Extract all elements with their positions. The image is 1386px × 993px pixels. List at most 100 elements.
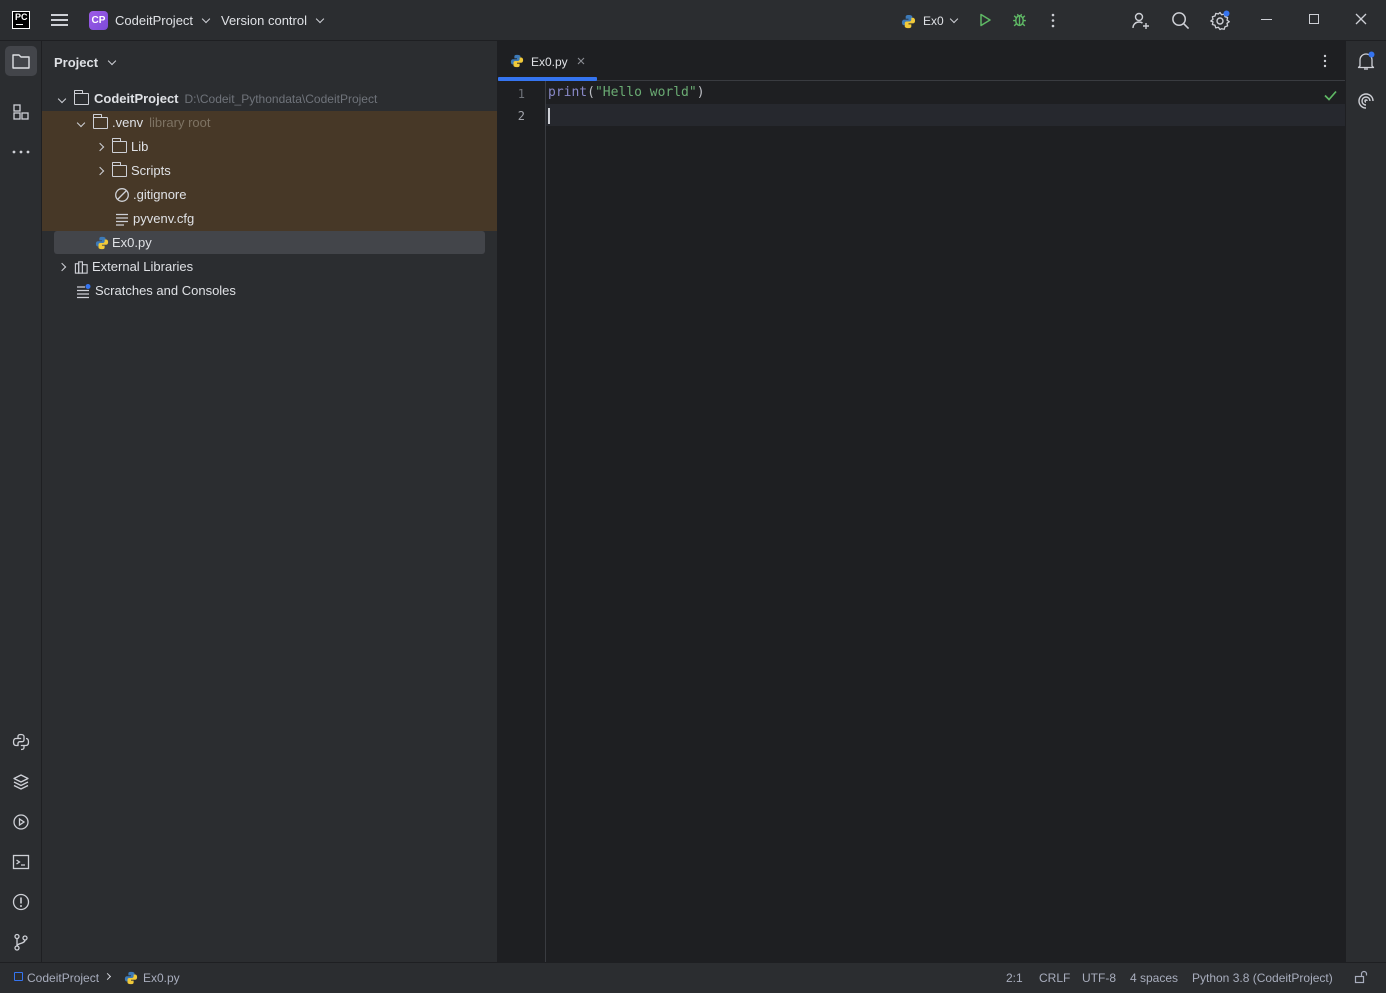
chevron-down-icon <box>949 14 958 24</box>
close-window-button[interactable] <box>1355 13 1367 28</box>
tree-path-hint: D:\Codeit_Pythondata\CodeitProject <box>184 92 378 106</box>
code-paren: ) <box>696 85 705 100</box>
chevron-down-icon <box>315 14 324 24</box>
ai-assistant-spiral-icon[interactable] <box>1356 91 1376 114</box>
tree-label: pyvenv.cfg <box>133 211 195 226</box>
tree-item-pyvenv[interactable]: pyvenv.cfg <box>114 207 194 231</box>
vcs-selector[interactable]: Version control <box>221 13 324 28</box>
tree-label: .venv <box>112 115 144 130</box>
project-tool-button[interactable] <box>5 46 37 76</box>
tree-item-lib[interactable]: Lib <box>94 135 148 159</box>
services-button[interactable] <box>5 807 37 837</box>
editor-tab-ex0[interactable]: Ex0.py <box>498 41 597 81</box>
folder-icon <box>73 90 89 105</box>
tree-item-ex0[interactable]: Ex0.py <box>95 231 152 255</box>
editor-tab-bar: Ex0.py <box>498 41 1345 81</box>
main-menu-icon[interactable] <box>51 12 69 28</box>
line-number: 1 <box>517 87 525 101</box>
minimize-button[interactable] <box>1261 19 1272 20</box>
chevron-down-icon <box>76 118 86 128</box>
editor-area: Ex0.py 1 2 print("Hello world") <box>498 41 1345 962</box>
run-config-name: Ex0 <box>923 14 944 28</box>
python-interpreter[interactable]: Python 3.8 (CodeitProject) <box>1192 971 1333 985</box>
code-paren: ( <box>587 85 595 100</box>
more-actions-icon[interactable] <box>1051 13 1055 31</box>
tree-item-scripts[interactable]: Scripts <box>94 159 171 183</box>
project-selector[interactable]: CodeitProject <box>115 13 210 28</box>
services-play-icon <box>13 814 29 830</box>
add-user-icon[interactable] <box>1131 11 1151 34</box>
tree-item-venv[interactable]: .venv library root <box>75 111 211 135</box>
status-bar: CodeitProject Ex0.py 2:1 CRLF UTF-8 4 sp… <box>0 962 1386 993</box>
structure-tool-button[interactable] <box>5 97 37 127</box>
more-tools-button[interactable] <box>5 137 37 167</box>
tree-item-scratches[interactable]: Scratches and Consoles <box>76 279 236 303</box>
notifications-bell-icon[interactable] <box>1356 51 1376 74</box>
folder-icon <box>92 114 108 129</box>
debug-bug-icon <box>1013 13 1026 27</box>
run-config-selector[interactable]: Ex0 <box>901 12 958 30</box>
line-separator[interactable]: CRLF <box>1039 971 1070 985</box>
breadcrumb-project[interactable]: CodeitProject <box>27 971 99 985</box>
tree-item-external-libraries[interactable]: External Libraries <box>56 255 193 279</box>
layers-icon <box>13 774 29 790</box>
tree-label: Ex0.py <box>112 235 152 250</box>
folder-icon <box>12 54 30 69</box>
code-builtin: print <box>548 85 588 100</box>
current-line-highlight <box>546 104 1345 126</box>
project-badge[interactable]: CP <box>89 11 108 30</box>
more-horizontal-icon <box>12 150 30 154</box>
python-packages-button[interactable] <box>5 767 37 797</box>
no-problems-check-icon[interactable] <box>1324 89 1337 104</box>
python-file-icon <box>95 236 109 250</box>
text-caret <box>548 108 550 124</box>
caret-position[interactable]: 2:1 <box>1006 971 1023 985</box>
run-icon <box>980 13 991 27</box>
search-icon[interactable] <box>1171 11 1190 33</box>
python-file-icon <box>510 54 524 68</box>
tab-label: Ex0.py <box>531 55 568 69</box>
terminal-icon <box>12 854 30 870</box>
tree-label: External Libraries <box>92 259 194 274</box>
tree-label: .gitignore <box>133 187 187 202</box>
module-icon <box>14 972 23 981</box>
chevron-right-icon <box>103 972 112 981</box>
breadcrumb-file[interactable]: Ex0.py <box>143 971 180 985</box>
scratches-icon <box>77 284 91 299</box>
chevron-down-icon <box>107 56 116 66</box>
tab-options-icon[interactable] <box>1323 54 1327 71</box>
pycharm-logo[interactable]: PC <box>12 11 30 29</box>
code-line-1[interactable]: print("Hello world") <box>548 85 705 100</box>
settings-gear-icon[interactable] <box>1210 9 1232 34</box>
chevron-down-icon <box>201 14 210 24</box>
structure-icon <box>13 104 29 120</box>
left-tool-stripe <box>0 41 42 962</box>
close-icon[interactable] <box>577 57 585 65</box>
tree-label: CodeitProject <box>94 91 179 106</box>
warning-circle-icon <box>12 893 30 911</box>
file-encoding[interactable]: UTF-8 <box>1082 971 1116 985</box>
git-button[interactable] <box>5 927 37 957</box>
chevron-right-icon <box>95 166 105 176</box>
python-console-icon <box>12 733 30 751</box>
tree-item-gitignore[interactable]: .gitignore <box>114 183 186 207</box>
project-name: CodeitProject <box>115 13 194 28</box>
project-tool-window: Project CodeitProject D:\Codeit_Pythonda… <box>42 41 498 962</box>
line-number-gutter: 1 2 <box>498 81 546 962</box>
unlock-icon[interactable] <box>1354 970 1368 987</box>
terminal-button[interactable] <box>5 847 37 877</box>
run-button[interactable] <box>977 12 993 31</box>
text-file-icon <box>116 213 128 226</box>
problems-button[interactable] <box>5 887 37 917</box>
python-console-button[interactable] <box>5 727 37 757</box>
right-tool-stripe <box>1345 41 1386 962</box>
ignored-file-icon <box>115 188 129 202</box>
maximize-button[interactable] <box>1309 14 1319 24</box>
tree-item-root[interactable]: CodeitProject D:\Codeit_Pythondata\Codei… <box>56 87 377 111</box>
folder-icon <box>111 138 127 153</box>
vcs-label: Version control <box>221 13 307 28</box>
debug-button[interactable] <box>1011 11 1028 31</box>
project-view-selector[interactable]: Project <box>54 55 116 70</box>
folder-icon <box>111 162 127 177</box>
indent-setting[interactable]: 4 spaces <box>1130 971 1178 985</box>
